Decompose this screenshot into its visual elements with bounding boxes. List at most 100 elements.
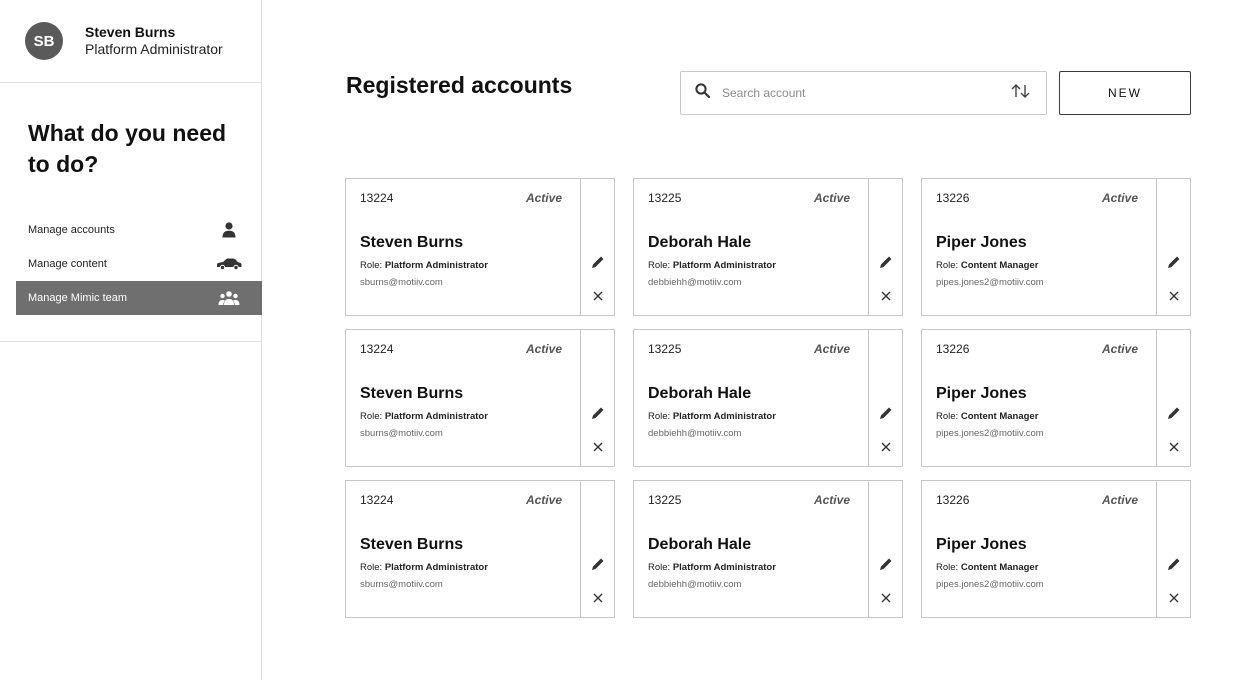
account-name: Piper Jones [936,234,1027,251]
account-id: 13225 [648,342,682,356]
account-role: Role: Platform Administrator [648,562,776,573]
account-card[interactable]: 13226 Active Piper Jones Role: Content M… [921,178,1191,316]
role-value: Platform Administrator [384,411,488,422]
account-name: Deborah Hale [648,234,752,251]
account-role: Role: Platform Administrator [360,562,488,573]
edit-pencil-icon[interactable] [1165,253,1183,271]
account-card[interactable]: 13224 Active Steven Burns Role: Platform… [345,178,615,316]
user-block[interactable]: SB Steven Burns Platform Administrator [25,22,223,60]
avatar[interactable]: SB [25,22,63,60]
role-value: Platform Administrator [672,411,776,422]
search-input[interactable] [722,86,1010,100]
account-name: Deborah Hale [648,536,752,553]
edit-pencil-icon[interactable] [877,404,895,422]
divider [0,82,262,83]
account-card-body: 13226 Active Piper Jones Role: Content M… [922,179,1156,315]
edit-pencil-icon[interactable] [589,253,607,271]
account-id: 13225 [648,493,682,507]
user-info: Steven Burns Platform Administrator [85,24,223,58]
account-email: pipes.jones2@motiiv.com [936,428,1044,439]
group-icon [216,289,242,307]
role-prefix: Role: [936,411,959,422]
account-id: 13226 [936,342,970,356]
edit-pencil-icon[interactable] [589,555,607,573]
account-email: debbiehh@motiiv.com [648,277,742,288]
role-value: Platform Administrator [384,562,488,573]
account-card[interactable]: 13224 Active Steven Burns Role: Platform… [345,329,615,467]
account-name: Steven Burns [360,536,464,553]
delete-close-icon[interactable] [589,438,607,456]
account-id: 13226 [936,493,970,507]
account-card[interactable]: 13226 Active Piper Jones Role: Content M… [921,329,1191,467]
status-label: Active [525,342,562,356]
account-card[interactable]: 13225 Active Deborah Hale Role: Platform… [633,329,903,467]
edit-pencil-icon[interactable] [589,404,607,422]
account-card[interactable]: 13225 Active Deborah Hale Role: Platform… [633,178,903,316]
account-name: Steven Burns [360,234,464,251]
delete-close-icon[interactable] [1165,287,1183,305]
new-account-button[interactable]: NEW [1059,71,1191,115]
account-id: 13226 [936,191,970,205]
delete-close-icon[interactable] [589,589,607,607]
edit-pencil-icon[interactable] [1165,404,1183,422]
menu-item-label: Manage accounts [28,224,115,236]
role-value: Platform Administrator [672,562,776,573]
user-name: Steven Burns [85,24,176,40]
account-name: Steven Burns [360,385,464,402]
account-card-body: 13224 Active Steven Burns Role: Platform… [346,179,580,315]
menu-item-manage-content[interactable]: Manage content [16,247,262,281]
card-actions [868,179,902,315]
menu-item-manage-accounts[interactable]: Manage accounts [16,213,262,247]
delete-close-icon[interactable] [877,589,895,607]
role-prefix: Role: [648,411,671,422]
search-box[interactable] [680,71,1047,115]
menu-item-label: Manage content [28,258,107,270]
user-role: Platform Administrator [85,41,223,57]
role-value: Content Manager [960,260,1039,271]
card-actions [580,330,614,466]
sort-icon[interactable] [1010,83,1032,104]
delete-close-icon[interactable] [877,287,895,305]
edit-pencil-icon[interactable] [877,555,895,573]
car-icon [216,255,242,273]
person-icon [216,221,242,239]
accounts-grid: 13224 Active Steven Burns Role: Platform… [345,178,1191,618]
account-card-body: 13225 Active Deborah Hale Role: Platform… [634,179,868,315]
role-prefix: Role: [360,411,383,422]
account-name: Piper Jones [936,385,1027,402]
status-label: Active [813,342,850,356]
account-card-body: 13224 Active Steven Burns Role: Platform… [346,330,580,466]
account-name: Deborah Hale [648,385,752,402]
status-label: Active [1101,342,1138,356]
account-card[interactable]: 13225 Active Deborah Hale Role: Platform… [633,480,903,618]
account-role: Role: Content Manager [936,562,1038,573]
edit-pencil-icon[interactable] [1165,555,1183,573]
account-id: 13224 [360,342,394,356]
edit-pencil-icon[interactable] [877,253,895,271]
account-id: 13224 [360,191,394,205]
delete-close-icon[interactable] [877,438,895,456]
status-label: Active [525,493,562,507]
card-actions [868,330,902,466]
account-card[interactable]: 13224 Active Steven Burns Role: Platform… [345,480,615,618]
role-prefix: Role: [360,562,383,573]
search-icon [695,83,711,103]
account-role: Role: Content Manager [936,411,1038,422]
status-label: Active [1101,493,1138,507]
role-prefix: Role: [936,562,959,573]
delete-close-icon[interactable] [589,287,607,305]
account-card[interactable]: 13226 Active Piper Jones Role: Content M… [921,480,1191,618]
delete-close-icon[interactable] [1165,438,1183,456]
account-id: 13225 [648,191,682,205]
account-role: Role: Platform Administrator [360,411,488,422]
status-label: Active [525,191,562,205]
account-card-body: 13224 Active Steven Burns Role: Platform… [346,481,580,617]
role-value: Content Manager [960,411,1039,422]
delete-close-icon[interactable] [1165,589,1183,607]
role-prefix: Role: [360,260,383,271]
card-actions [1156,330,1190,466]
account-id: 13224 [360,493,394,507]
sidebar: SB Steven Burns Platform Administrator W… [0,0,262,680]
role-prefix: Role: [648,562,671,573]
menu-item-manage-mimic-team[interactable]: Manage Mimic team [16,281,262,315]
